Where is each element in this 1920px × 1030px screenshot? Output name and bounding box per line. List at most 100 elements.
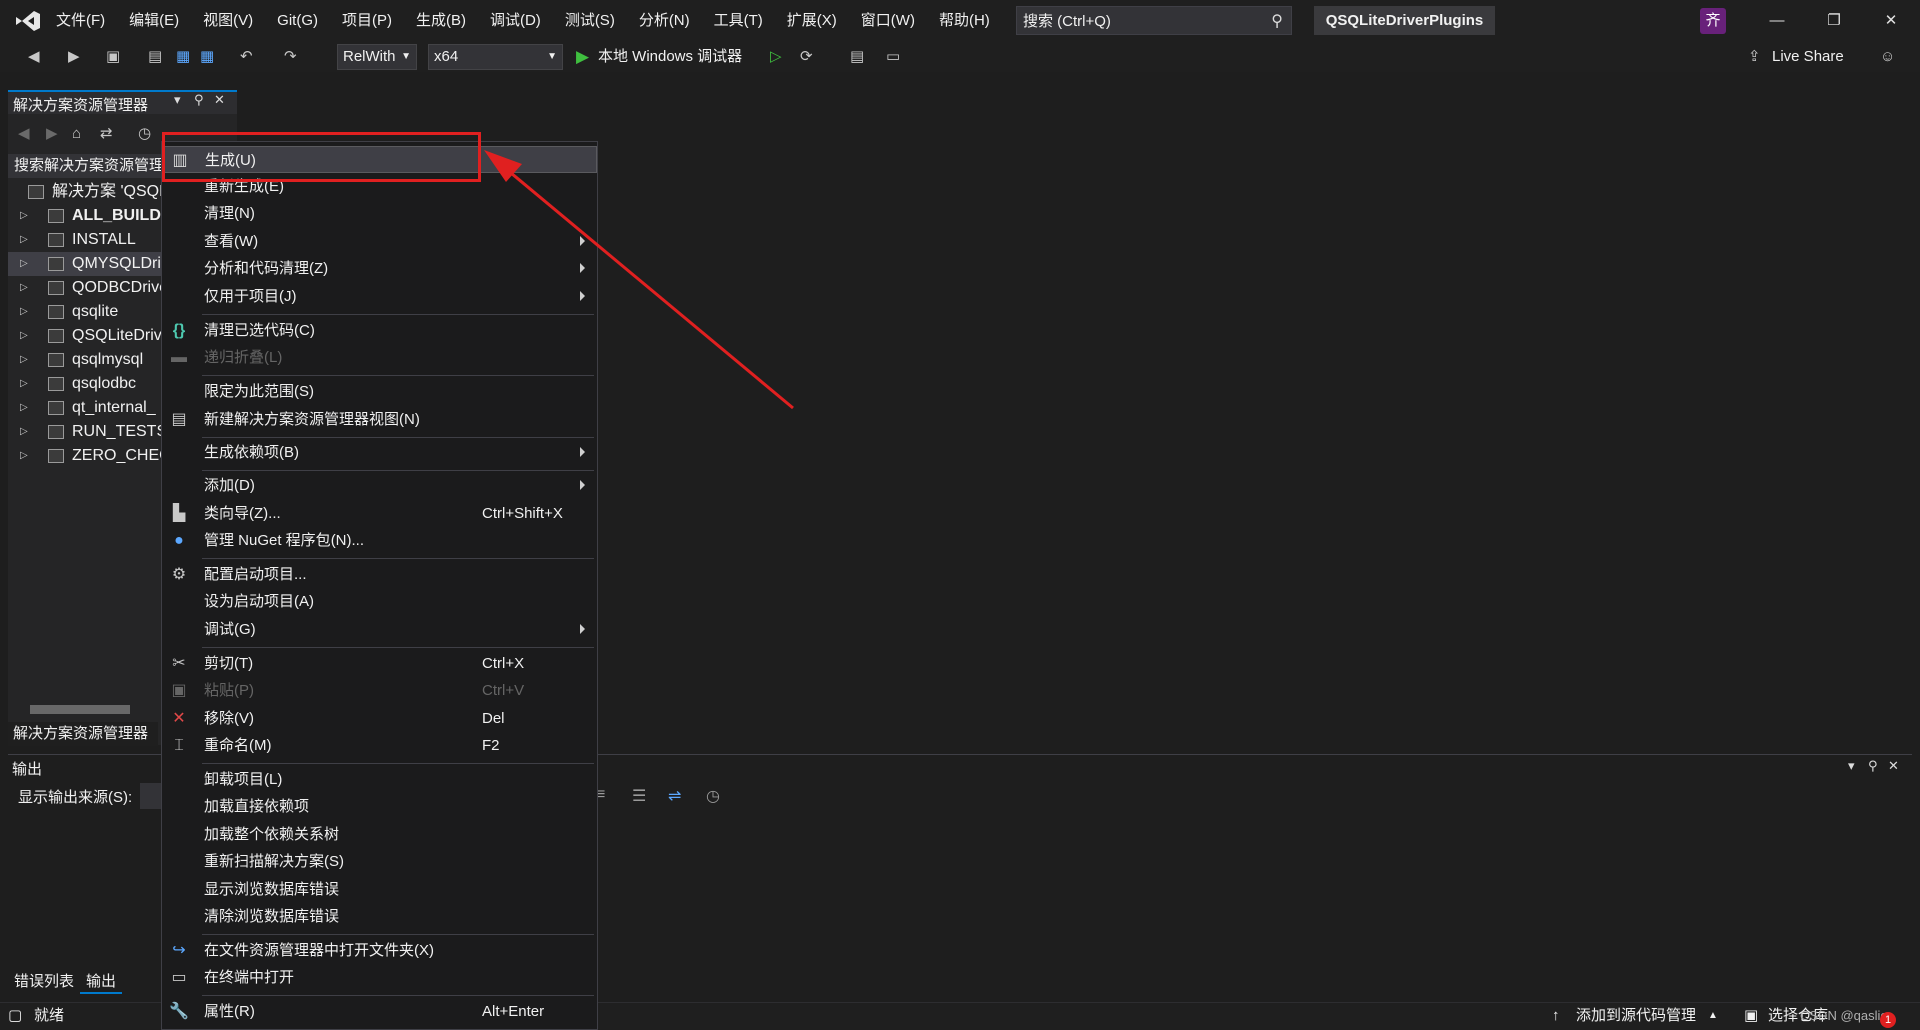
- expand-icon[interactable]: ▷: [20, 276, 28, 300]
- expand-icon[interactable]: ▷: [20, 252, 28, 276]
- close-panel-icon[interactable]: ✕: [1888, 758, 1899, 774]
- expand-icon[interactable]: ▷: [20, 396, 28, 420]
- menu-view[interactable]: 视图(V): [191, 0, 265, 42]
- hot-reload-icon[interactable]: ⟳: [800, 48, 813, 66]
- debugger-button[interactable]: 本地 Windows 调试器: [598, 46, 742, 68]
- menu-help[interactable]: 帮助(H): [927, 0, 1002, 42]
- menu-item-unload-project[interactable]: 卸载项目(L): [162, 766, 597, 793]
- back-icon[interactable]: ◀: [18, 125, 30, 143]
- save-all-icon[interactable]: ▦: [200, 48, 214, 66]
- menu-item-load-direct-deps[interactable]: 加载直接依赖项: [162, 793, 597, 820]
- open-folder-icon[interactable]: ▤: [148, 48, 162, 66]
- expand-icon[interactable]: ▷: [20, 300, 28, 324]
- menu-item-debug[interactable]: 调试(G): [162, 616, 597, 643]
- browse-icon[interactable]: ▤: [850, 48, 864, 66]
- menu-window[interactable]: 窗口(W): [849, 0, 927, 42]
- menu-project[interactable]: 项目(P): [330, 0, 404, 42]
- solution-explorer-tab[interactable]: 解决方案资源管理器: [8, 722, 158, 746]
- tab-output[interactable]: 输出: [80, 970, 123, 994]
- menu-item-paste[interactable]: ▣ 粘贴(P) Ctrl+V: [162, 677, 597, 704]
- menu-item-rename[interactable]: ⌶ 重命名(M) F2: [162, 732, 597, 759]
- find-message-icon[interactable]: ☰: [632, 786, 646, 806]
- pin-icon[interactable]: ⚲: [1868, 758, 1878, 774]
- menu-item-scope[interactable]: 限定为此范围(S): [162, 378, 597, 405]
- menu-item-nuget[interactable]: ● 管理 NuGet 程序包(N)...: [162, 527, 597, 554]
- menu-edit[interactable]: 编辑(E): [117, 0, 191, 42]
- history-icon[interactable]: ◷: [138, 125, 151, 143]
- save-icon[interactable]: ▦: [176, 48, 190, 66]
- menu-item-cleanup-selection[interactable]: {} 清理已选代码(C): [162, 317, 597, 344]
- menu-item-project-only[interactable]: 仅用于项目(J): [162, 283, 597, 310]
- undo-icon[interactable]: ↶: [240, 48, 253, 66]
- menu-item-rescan-solution[interactable]: 重新扫描解决方案(S): [162, 848, 597, 875]
- menu-item-collapse[interactable]: ▬ 递归折叠(L): [162, 344, 597, 371]
- close-icon[interactable]: ✕: [1862, 0, 1920, 42]
- menu-item-remove[interactable]: ✕ 移除(V) Del: [162, 705, 597, 732]
- menu-item-open-in-terminal[interactable]: ▭ 在终端中打开: [162, 964, 597, 991]
- run-without-debug-icon[interactable]: ▷: [770, 48, 782, 66]
- platform-dropdown[interactable]: x64 ▼: [428, 44, 563, 70]
- menu-item-clear-db-errors[interactable]: 清除浏览数据库错误: [162, 903, 597, 930]
- play-icon[interactable]: ▶: [576, 48, 589, 66]
- menu-item-build-dependencies[interactable]: 生成依赖项(B): [162, 439, 597, 466]
- redo-icon[interactable]: ↷: [284, 48, 297, 66]
- menu-item-set-startup[interactable]: 设为启动项目(A): [162, 588, 597, 615]
- menu-item-analyze[interactable]: 分析和代码清理(Z): [162, 255, 597, 282]
- menu-item-configure-startup[interactable]: ⚙ 配置启动项目...: [162, 561, 597, 588]
- minimize-icon[interactable]: —: [1748, 0, 1806, 42]
- menu-item-open-in-explorer[interactable]: ↪ 在文件资源管理器中打开文件夹(X): [162, 937, 597, 964]
- add-to-source-control-button[interactable]: 添加到源代码管理: [1576, 1006, 1696, 1026]
- search-input[interactable]: 搜索 (Ctrl+Q) ⚲: [1016, 6, 1292, 35]
- menu-item-class-wizard[interactable]: ▙ 类向导(Z)... Ctrl+Shift+X: [162, 500, 597, 527]
- menu-item-add[interactable]: 添加(D): [162, 472, 597, 499]
- avatar[interactable]: 齐: [1700, 8, 1726, 34]
- menu-build[interactable]: 生成(B): [404, 0, 478, 42]
- expand-icon[interactable]: ▷: [20, 228, 28, 252]
- menu-extensions[interactable]: 扩展(X): [775, 0, 849, 42]
- expand-icon[interactable]: ▷: [20, 372, 28, 396]
- layout-icon[interactable]: ▭: [886, 48, 900, 66]
- close-panel-icon[interactable]: ✕: [214, 92, 225, 108]
- word-wrap-icon[interactable]: ⇌: [668, 786, 681, 806]
- expand-icon[interactable]: ▷: [20, 204, 28, 228]
- visual-studio-logo-icon[interactable]: [14, 9, 42, 33]
- menu-git[interactable]: Git(G): [265, 0, 330, 42]
- notification-badge[interactable]: 1: [1880, 1012, 1896, 1028]
- menu-tools[interactable]: 工具(T): [702, 0, 775, 42]
- expand-icon[interactable]: ▷: [20, 444, 28, 468]
- output-source-dropdown[interactable]: [140, 783, 162, 809]
- menu-item-view[interactable]: 查看(W): [162, 228, 597, 255]
- menu-item-label: 清除浏览数据库错误: [204, 908, 340, 925]
- menu-test[interactable]: 测试(S): [553, 0, 627, 42]
- tree-label: qsqlodbc: [72, 375, 137, 392]
- restore-icon[interactable]: ❐: [1805, 0, 1863, 42]
- menu-item-cut[interactable]: ✂ 剪切(T) Ctrl+X: [162, 650, 597, 677]
- expand-icon[interactable]: ▷: [20, 324, 28, 348]
- menu-debug[interactable]: 调试(D): [478, 0, 553, 42]
- expand-icon[interactable]: ▷: [20, 348, 28, 372]
- forward-icon[interactable]: ▶: [46, 125, 58, 143]
- menu-item-show-db-errors[interactable]: 显示浏览数据库错误: [162, 876, 597, 903]
- menu-item-properties[interactable]: 🔧 属性(R) Alt+Enter: [162, 998, 597, 1025]
- switch-view-icon[interactable]: ⇄: [100, 125, 113, 143]
- new-project-icon[interactable]: ▣: [106, 48, 120, 66]
- live-share-button[interactable]: Live Share: [1772, 46, 1844, 68]
- feedback-icon[interactable]: ☺: [1880, 48, 1895, 66]
- menu-item-new-view[interactable]: ▤ 新建解决方案资源管理器视图(N): [162, 406, 597, 433]
- tab-error-list[interactable]: 错误列表: [8, 970, 80, 994]
- clock-icon[interactable]: ◷: [706, 786, 720, 806]
- pin-icon[interactable]: ⚲: [194, 92, 204, 108]
- dropdown-icon[interactable]: ▾: [1848, 758, 1855, 774]
- dropdown-icon[interactable]: ▾: [174, 92, 181, 108]
- menu-file[interactable]: 文件(F): [44, 0, 117, 42]
- back-icon[interactable]: ◀: [28, 48, 40, 66]
- horizontal-scrollbar[interactable]: [30, 705, 130, 714]
- new-view-icon: ▤: [171, 411, 187, 428]
- forward-icon[interactable]: ▶: [68, 48, 80, 66]
- config-dropdown[interactable]: RelWith ▼: [337, 44, 417, 70]
- menu-item-load-dep-tree[interactable]: 加载整个依赖关系树: [162, 821, 597, 848]
- menu-item-clean[interactable]: 清理(N): [162, 200, 597, 227]
- menu-analyze[interactable]: 分析(N): [627, 0, 702, 42]
- home-icon[interactable]: ⌂: [72, 125, 81, 143]
- expand-icon[interactable]: ▷: [20, 420, 28, 444]
